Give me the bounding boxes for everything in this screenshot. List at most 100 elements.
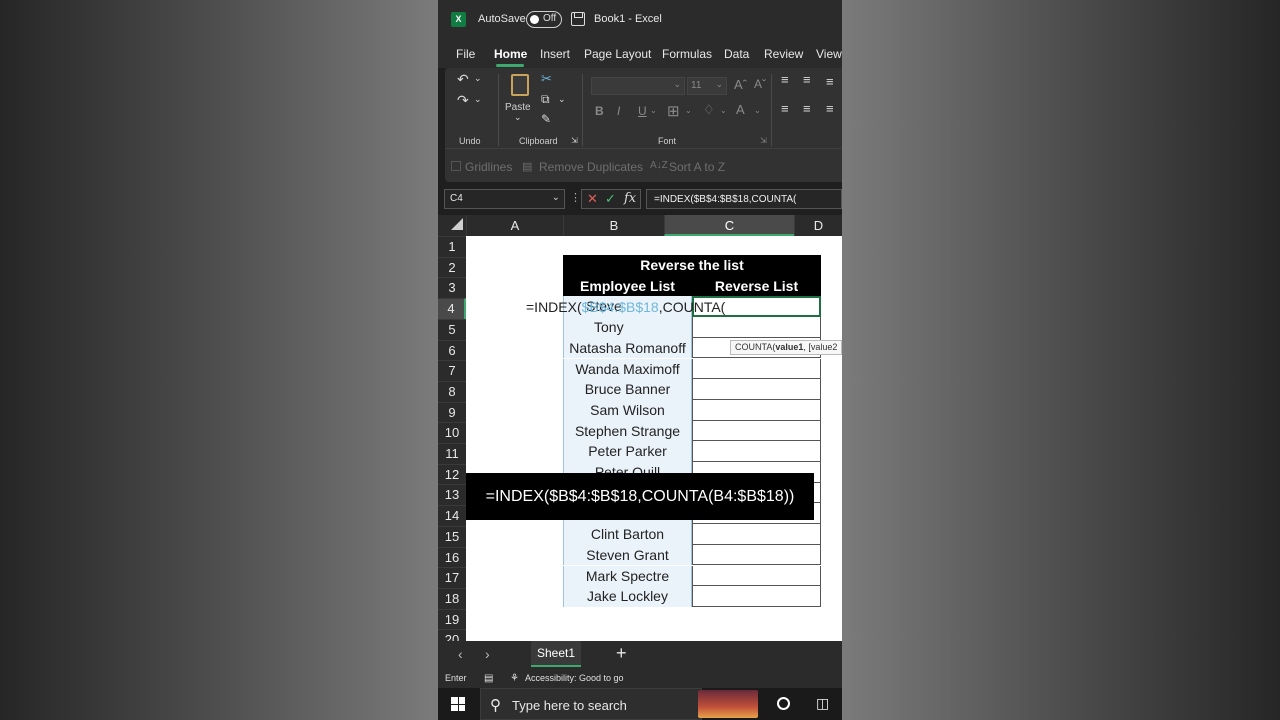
column-header-b[interactable]: B [563, 215, 664, 236]
row-header-4[interactable]: 4 [438, 298, 466, 319]
formula-input[interactable]: =INDEX($B$4:$B$18,COUNTA( [646, 189, 842, 209]
row-header-12[interactable]: 12 [438, 463, 466, 485]
more-options-icon[interactable]: ⋮ [570, 191, 581, 204]
table-title[interactable]: Reverse the list [563, 255, 821, 276]
tab-review[interactable]: Review [764, 47, 803, 61]
row-header-13[interactable]: 13 [438, 484, 466, 505]
name-box[interactable]: C4 ⌄ [444, 189, 565, 209]
clipboard-launcher-icon[interactable]: ⇲ [571, 136, 578, 145]
row-header-10[interactable]: 10 [438, 422, 466, 443]
row-header-3[interactable]: 3 [438, 277, 466, 298]
format-painter-icon[interactable]: ✎ [541, 112, 551, 126]
font-color-icon[interactable]: A [736, 102, 745, 117]
windows-start-icon[interactable] [451, 697, 465, 711]
row-header-7[interactable]: 7 [438, 360, 466, 381]
column-header-a[interactable]: A [466, 215, 563, 236]
row-header-19[interactable]: 19 [438, 608, 466, 630]
bold-button[interactable]: B [595, 104, 604, 118]
insert-function-icon[interactable]: fx [624, 191, 636, 206]
employee-cell[interactable]: Wanda Maximoff [563, 358, 692, 380]
reverse-list-header[interactable]: Reverse List [692, 275, 821, 297]
sheet-tab-sheet1[interactable]: Sheet1 [531, 641, 581, 667]
font-family-select[interactable]: ⌄ [591, 77, 685, 95]
add-sheet-button[interactable]: + [616, 643, 627, 664]
remove-duplicates-button[interactable]: Remove Duplicates [539, 160, 643, 174]
column-header-d[interactable]: D [794, 215, 842, 236]
task-view-icon[interactable]: ◫ [816, 695, 829, 712]
italic-button[interactable]: I [617, 104, 620, 118]
tab-data[interactable]: Data [724, 47, 749, 61]
employee-cell[interactable]: Mark Spectre [563, 565, 692, 587]
align-middle-icon[interactable]: ≡ [803, 72, 811, 87]
accessibility-icon[interactable]: ⚘ [510, 673, 519, 684]
tab-view[interactable]: View [816, 47, 842, 61]
align-left-icon[interactable]: ≡ [781, 101, 789, 116]
reverse-cell[interactable] [692, 399, 821, 421]
prev-sheet-icon[interactable]: ‹ [458, 646, 463, 662]
employee-list-header[interactable]: Employee List [563, 275, 692, 297]
next-sheet-icon[interactable]: › [485, 646, 490, 662]
undo-icon[interactable]: ↶ [457, 71, 469, 88]
row-header-17[interactable]: 17 [438, 567, 466, 588]
taskbar-search[interactable]: ⚲ Type here to search [480, 688, 702, 720]
fill-color-icon[interactable]: ♢ [703, 102, 715, 118]
macro-record-icon[interactable]: ▤ [484, 673, 493, 684]
borders-dropdown-icon[interactable]: ⌄ [685, 106, 692, 115]
copy-dropdown-icon[interactable]: ⌄ [558, 94, 566, 105]
in-cell-formula[interactable]: =INDEX($B$4:$B$18,COUNTA( [526, 299, 725, 315]
cancel-icon[interactable]: ✕ [587, 191, 598, 207]
worksheet-grid[interactable]: Reverse the list Employee List Reverse L… [466, 236, 842, 641]
reverse-cell[interactable] [692, 358, 821, 380]
row-header-15[interactable]: 15 [438, 525, 466, 547]
shrink-font-icon[interactable]: Aˇ [754, 77, 766, 91]
employee-cell[interactable]: Jake Lockley [563, 586, 692, 607]
employee-cell[interactable]: Tony [563, 317, 692, 338]
reverse-cell[interactable] [692, 420, 821, 442]
row-header-1[interactable]: 1 [438, 236, 466, 257]
reverse-cell[interactable] [692, 565, 821, 587]
redo-icon[interactable]: ↷ [457, 92, 469, 109]
column-header-c[interactable]: C [664, 215, 794, 236]
align-bottom-icon[interactable]: ≡ [826, 74, 834, 89]
employee-cell[interactable]: Natasha Romanoff [563, 337, 692, 359]
align-right-icon[interactable]: ≡ [826, 101, 834, 116]
employee-cell[interactable]: Stephen Strange [563, 420, 692, 442]
accessibility-status[interactable]: Accessibility: Good to go [525, 673, 624, 683]
row-header-18[interactable]: 18 [438, 587, 466, 609]
reverse-cell[interactable] [692, 544, 821, 566]
font-launcher-icon[interactable]: ⇲ [760, 136, 767, 145]
underline-dropdown-icon[interactable]: ⌄ [650, 106, 657, 115]
employee-cell[interactable]: Sam Wilson [563, 399, 692, 421]
gridlines-checkbox[interactable] [451, 161, 461, 171]
undo-dropdown-icon[interactable]: ⌄ [474, 73, 482, 84]
sort-a-to-z-button[interactable]: Sort A to Z [669, 160, 725, 174]
row-header-11[interactable]: 11 [438, 443, 466, 464]
row-header-6[interactable]: 6 [438, 339, 466, 361]
row-header-16[interactable]: 16 [438, 546, 466, 568]
tab-formulas[interactable]: Formulas [662, 47, 712, 61]
reverse-cell[interactable] [692, 586, 821, 607]
copy-icon[interactable]: ⧉ [541, 92, 550, 107]
reverse-cell[interactable] [692, 524, 821, 545]
fill-dropdown-icon[interactable]: ⌄ [720, 106, 727, 115]
employee-cell[interactable]: Steven Grant [563, 544, 692, 566]
cut-icon[interactable]: ✂ [541, 71, 552, 87]
row-header-5[interactable]: 5 [438, 318, 466, 340]
employee-cell[interactable]: Bruce Banner [563, 379, 692, 400]
enter-check-icon[interactable]: ✓ [605, 191, 616, 207]
align-top-icon[interactable]: ≡ [781, 72, 789, 87]
select-all-icon[interactable] [451, 218, 463, 230]
cortana-icon[interactable] [777, 697, 790, 710]
row-header-8[interactable]: 8 [438, 380, 466, 402]
borders-icon[interactable]: ⊞ [667, 102, 680, 120]
font-size-select[interactable]: 11 ⌄ [687, 77, 727, 95]
reverse-cell[interactable] [692, 317, 821, 338]
paste-button[interactable]: Paste ⌄ [505, 72, 535, 122]
tab-insert[interactable]: Insert [540, 47, 570, 61]
reverse-cell[interactable] [692, 441, 821, 462]
row-header-14[interactable]: 14 [438, 505, 466, 526]
tab-file[interactable]: File [456, 47, 475, 61]
autosave-toggle[interactable]: Off [526, 11, 562, 28]
reverse-cell[interactable] [692, 379, 821, 400]
redo-dropdown-icon[interactable]: ⌄ [474, 94, 482, 105]
